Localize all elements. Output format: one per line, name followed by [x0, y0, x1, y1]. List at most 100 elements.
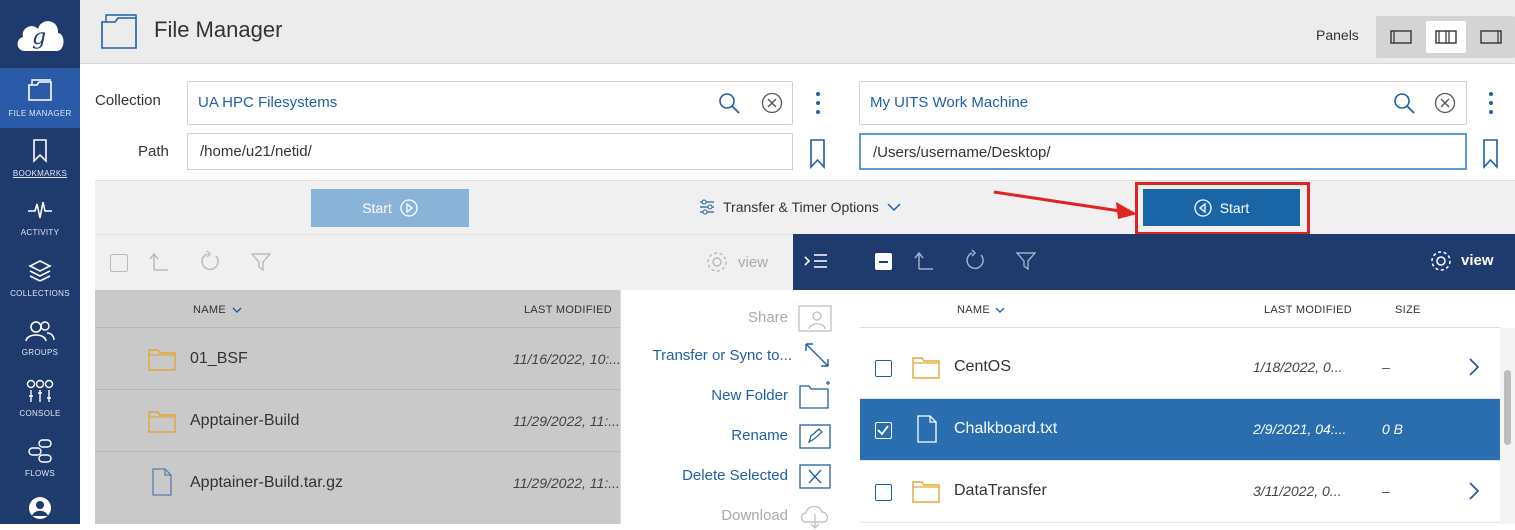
delete-menu-item[interactable]: Delete Selected [682, 460, 832, 490]
start-transfer-left-button[interactable]: Start [311, 189, 469, 227]
rename-label: Rename [731, 426, 788, 444]
left-collection-field[interactable]: UA HPC Filesystems [187, 81, 793, 125]
dual-panel-button[interactable] [1426, 21, 1466, 53]
up-folder-icon[interactable] [149, 252, 169, 272]
sidebar-item-console[interactable]: CONSOLE [0, 368, 80, 428]
right-panel-button[interactable] [1471, 21, 1511, 53]
sidebar-label: BOOKMARKS [12, 168, 68, 178]
bookmark-icon[interactable] [1482, 139, 1499, 169]
file-modified: 1/18/2022, 0... [1253, 359, 1343, 375]
row-checkbox[interactable] [875, 484, 892, 501]
new-folder-menu-item[interactable]: New Folder [711, 380, 832, 410]
file-icon [917, 415, 937, 443]
left-collection-menu-icon[interactable] [810, 88, 826, 118]
table-row[interactable]: CentOS 1/18/2022, 0... – [860, 337, 1500, 399]
clear-icon[interactable] [761, 92, 783, 114]
modified-column-header[interactable]: LAST MODIFIED [524, 304, 612, 316]
right-list-header: NAME LAST MODIFIED SIZE [860, 290, 1500, 328]
right-collection-menu-icon[interactable] [1483, 88, 1499, 118]
file-name: Apptainer-Build [190, 412, 300, 429]
share-menu-item[interactable]: Share [748, 302, 832, 332]
sidebar-item-collections[interactable]: COLLECTIONS [0, 248, 80, 308]
left-path-field[interactable]: /home/u21/netid/ [187, 133, 793, 170]
collection-label: Collection [95, 92, 161, 109]
right-path-field[interactable]: /Users/username/Desktop/ [859, 133, 1467, 170]
chevron-down-icon [232, 307, 242, 313]
flows-icon [28, 438, 52, 463]
bookmark-icon[interactable] [809, 139, 826, 169]
refresh-icon[interactable] [199, 250, 221, 274]
file-modified: 11/29/2022, 11:... [513, 413, 620, 429]
globus-logo[interactable]: g [0, 0, 80, 66]
transfer-arrow-icon [805, 343, 829, 367]
view-label[interactable]: view [1461, 252, 1494, 269]
new-folder-icon [799, 381, 830, 409]
filter-icon[interactable] [1016, 252, 1036, 270]
file-modified: 11/29/2022, 11:... [513, 475, 620, 491]
table-row[interactable]: Apptainer-Build 11/29/2022, 11:... [95, 389, 620, 451]
file-size: 0 B [1382, 421, 1404, 437]
file-name: Apptainer-Build.tar.gz [190, 474, 343, 491]
chevron-right-icon[interactable] [1468, 481, 1480, 501]
left-list-header: NAME LAST MODIFIED [95, 290, 620, 327]
account-icon [29, 497, 51, 519]
row-checkbox[interactable] [875, 422, 892, 439]
search-icon[interactable] [718, 92, 740, 114]
single-panel-button[interactable] [1381, 21, 1421, 53]
sidebar-item-activity[interactable]: ACTIVITY [0, 188, 80, 248]
start-label: Start [1219, 199, 1250, 216]
filter-icon[interactable] [251, 253, 271, 271]
scrollbar[interactable] [1500, 328, 1515, 524]
delete-label: Delete Selected [682, 466, 788, 484]
start-transfer-right-button[interactable]: Start [1143, 189, 1300, 226]
download-menu-item[interactable]: Download [721, 500, 832, 530]
folder-icon [912, 357, 940, 379]
file-size: – [1382, 359, 1390, 375]
header: File Manager Panels [80, 0, 1515, 64]
left-path-value: /home/u21/netid/ [200, 143, 312, 160]
table-row[interactable]: DataTransfer 3/11/2022, 0... – [860, 461, 1500, 523]
right-collection-field[interactable]: My UITS Work Machine [859, 81, 1467, 125]
transfer-label: Transfer or Sync to... [652, 346, 793, 364]
sidebar-item-account[interactable] [0, 488, 80, 528]
transfer-options-label: Transfer & Timer Options [723, 199, 879, 215]
sidebar-item-groups[interactable]: GROUPS [0, 308, 80, 368]
search-icon[interactable] [1393, 92, 1415, 114]
up-folder-icon[interactable] [914, 251, 934, 271]
file-size: – [1382, 483, 1390, 499]
row-checkbox[interactable] [875, 360, 892, 377]
left-file-list: NAME LAST MODIFIED 01_BSF 11/16/2022, 10… [95, 290, 621, 524]
gear-icon[interactable] [1429, 249, 1453, 273]
sidebar-item-bookmarks[interactable]: BOOKMARKS [0, 128, 80, 188]
right-panel-icon [1480, 30, 1502, 44]
file-modified: 2/9/2021, 04:... [1253, 421, 1347, 437]
start-label: Start [362, 200, 392, 216]
table-row[interactable]: Chalkboard.txt 2/9/2021, 04:... 0 B [860, 399, 1500, 461]
gear-icon[interactable] [705, 250, 729, 274]
size-column-header[interactable]: SIZE [1395, 304, 1421, 316]
rename-menu-item[interactable]: Rename [731, 420, 832, 450]
name-column-header[interactable]: NAME [193, 304, 226, 316]
modified-column-header[interactable]: LAST MODIFIED [1264, 304, 1352, 316]
transfer-options-toggle[interactable]: Transfer & Timer Options [699, 199, 901, 215]
sidebar-label: FLOWS [25, 468, 55, 478]
select-all-checkbox[interactable] [110, 254, 128, 272]
view-label[interactable]: view [738, 254, 768, 271]
sidebar-item-flows[interactable]: FLOWS [0, 428, 80, 488]
sidebar-label: CONSOLE [19, 408, 61, 418]
transfer-sync-menu-item[interactable]: Transfer or Sync to... [653, 340, 833, 370]
expand-menu-icon[interactable] [803, 252, 829, 272]
play-left-icon [1194, 198, 1212, 217]
scrollbar-thumb[interactable] [1504, 370, 1511, 445]
table-row[interactable]: 01_BSF 11/16/2022, 10:... [95, 327, 621, 389]
right-collection-value: My UITS Work Machine [870, 94, 1029, 111]
table-row[interactable]: Apptainer-Build.tar.gz 11/29/2022, 11:..… [95, 451, 620, 513]
refresh-icon[interactable] [964, 249, 986, 273]
select-all-checkbox[interactable] [875, 253, 892, 270]
path-label: Path [138, 143, 169, 160]
clear-icon[interactable] [1434, 92, 1456, 114]
svg-text:g: g [32, 25, 46, 50]
chevron-right-icon[interactable] [1468, 357, 1480, 377]
sidebar-item-file-manager[interactable]: FILE MANAGER [0, 68, 80, 128]
name-column-header[interactable]: NAME [957, 304, 990, 316]
